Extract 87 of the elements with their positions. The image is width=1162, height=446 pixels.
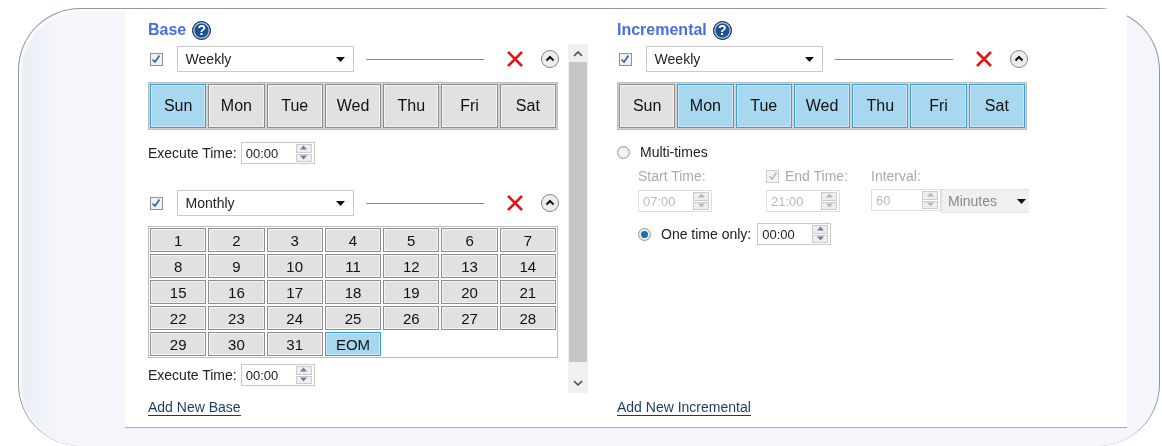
section-title: Base xyxy=(148,21,187,39)
frequency-dropdown[interactable]: Weekly xyxy=(645,46,824,72)
delete-icon[interactable] xyxy=(506,194,524,212)
enable-checkbox[interactable] xyxy=(150,52,163,66)
month-day-toggle[interactable]: 24 xyxy=(266,306,323,330)
month-day-toggle[interactable]: 16 xyxy=(208,280,265,304)
help-icon[interactable]: ? xyxy=(192,20,212,40)
caret-icon xyxy=(1017,198,1026,204)
weekday-toggle[interactable]: Tue xyxy=(735,84,792,128)
weekday-toggle[interactable]: Sun xyxy=(150,84,207,128)
frequency-dropdown[interactable]: Weekly xyxy=(176,46,355,72)
weekday-toggle[interactable]: Mon xyxy=(677,84,734,128)
month-day-toggle[interactable]: 3 xyxy=(266,228,323,252)
caret-icon xyxy=(805,56,815,62)
month-day-toggle[interactable]: 12 xyxy=(383,254,440,278)
weekday-toggle[interactable]: Fri xyxy=(441,84,498,128)
month-day-toggle[interactable]: 23 xyxy=(208,306,265,330)
execute-time-label: Execute Time: xyxy=(148,367,237,383)
time-spin-field[interactable]: 00:00 xyxy=(757,223,832,245)
enable-checkbox[interactable] xyxy=(150,196,163,210)
radio-button[interactable] xyxy=(638,227,651,241)
one-time-only-label: One time only: xyxy=(661,226,752,242)
add-schedule-link[interactable]: Add New Base xyxy=(148,399,241,416)
collapse-icon[interactable] xyxy=(540,49,560,69)
weekday-toggle[interactable]: Fri xyxy=(910,84,967,128)
spinner-arrows-icon[interactable] xyxy=(295,366,312,384)
month-day-toggle[interactable]: 26 xyxy=(383,306,440,330)
month-day-toggle[interactable]: 25 xyxy=(324,306,382,330)
month-day-toggle[interactable]: 22 xyxy=(150,306,207,330)
weekday-toggle[interactable]: Sat xyxy=(499,84,556,128)
collapse-icon[interactable] xyxy=(1009,49,1029,69)
delete-icon[interactable] xyxy=(506,50,524,68)
month-day-toggle[interactable]: 19 xyxy=(383,280,440,304)
radio-button[interactable] xyxy=(617,145,630,159)
interval-label: Interval: xyxy=(871,168,922,184)
frequency-dropdown[interactable]: Monthly xyxy=(176,190,355,216)
time-spin-field[interactable]: 00:00 xyxy=(240,364,315,386)
month-day-toggle[interactable]: 18 xyxy=(324,280,382,304)
weekday-toggle[interactable]: Sun xyxy=(619,84,676,128)
month-day-toggle[interactable]: 1 xyxy=(150,228,207,252)
weekday-toggle[interactable]: Wed xyxy=(793,84,851,128)
month-day-toggle[interactable]: 15 xyxy=(150,280,207,304)
month-day-toggle[interactable]: 13 xyxy=(441,254,498,278)
time-spin-field[interactable]: 00:00 xyxy=(240,142,315,164)
weekday-toggle[interactable]: Mon xyxy=(208,84,265,128)
month-day-toggle[interactable]: 11 xyxy=(324,254,382,278)
delete-icon[interactable] xyxy=(975,50,993,68)
spinner-arrows-icon[interactable] xyxy=(295,144,312,162)
month-day-toggle[interactable]: 2 xyxy=(208,228,265,252)
month-day-toggle[interactable]: 8 xyxy=(150,254,207,278)
caret-icon xyxy=(336,200,346,206)
end-time-label: End Time: xyxy=(785,168,849,184)
month-day-toggle[interactable]: 28 xyxy=(499,306,556,330)
weekday-toggle[interactable]: Sat xyxy=(968,84,1025,128)
month-day-toggle[interactable]: EOM xyxy=(324,332,382,356)
help-icon[interactable]: ? xyxy=(712,20,732,40)
month-day-toggle[interactable]: 27 xyxy=(441,306,498,330)
month-day-toggle[interactable]: 6 xyxy=(441,228,498,252)
chevron-up-icon[interactable] xyxy=(573,50,583,58)
end-time-checkbox[interactable] xyxy=(766,169,779,183)
month-day-toggle[interactable]: 14 xyxy=(499,254,556,278)
month-day-toggle[interactable]: 10 xyxy=(266,254,323,278)
month-day-toggle[interactable]: 5 xyxy=(383,228,440,252)
section-title: Incremental xyxy=(617,21,707,39)
month-day-toggle[interactable]: 4 xyxy=(324,228,382,252)
month-day-toggle[interactable]: 21 xyxy=(499,280,556,304)
month-day-toggle[interactable]: 20 xyxy=(441,280,498,304)
caret-icon xyxy=(336,56,346,62)
scrollbar[interactable] xyxy=(568,44,588,393)
weekday-toggle[interactable]: Tue xyxy=(266,84,323,128)
collapse-icon[interactable] xyxy=(540,193,560,213)
month-day-toggle[interactable]: 17 xyxy=(266,280,323,304)
multi-times-label: Multi-times xyxy=(640,144,708,160)
execute-time-label: Execute Time: xyxy=(148,145,237,161)
weekday-toggle[interactable]: Wed xyxy=(324,84,382,128)
weekday-toggle[interactable]: Thu xyxy=(383,84,440,128)
chevron-down-icon[interactable] xyxy=(573,379,583,387)
month-day-toggle[interactable]: 30 xyxy=(208,332,265,356)
month-day-toggle[interactable]: 7 xyxy=(499,228,556,252)
month-day-toggle[interactable]: 31 xyxy=(266,332,323,356)
add-schedule-link[interactable]: Add New Incremental xyxy=(617,399,751,416)
weekday-toggle[interactable]: Thu xyxy=(852,84,909,128)
month-day-toggle[interactable]: 29 xyxy=(150,332,207,356)
month-day-toggle[interactable]: 9 xyxy=(208,254,265,278)
start-time-label: Start Time: xyxy=(638,168,707,184)
spinner-arrows-icon[interactable] xyxy=(812,225,829,243)
enable-checkbox[interactable] xyxy=(619,52,632,66)
